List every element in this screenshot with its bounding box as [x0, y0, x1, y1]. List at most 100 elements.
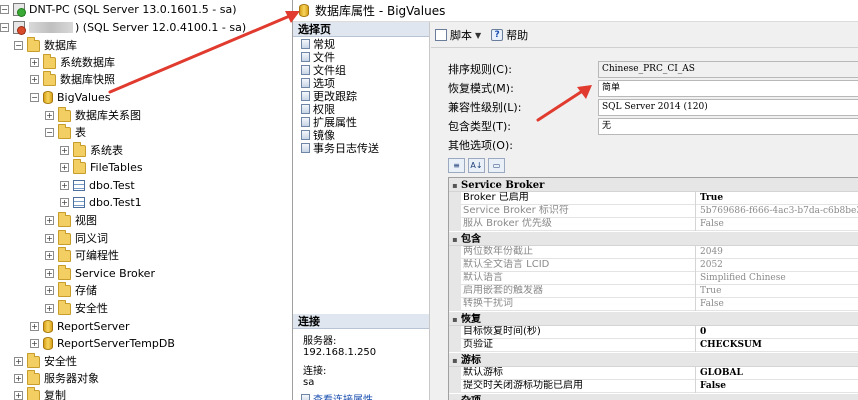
expand-icon[interactable]: +: [45, 215, 54, 225]
collapse-icon[interactable]: ▪: [449, 353, 461, 367]
property-value[interactable]: True: [695, 285, 858, 298]
tree-node-replication[interactable]: + 复制: [14, 386, 66, 400]
tree-node-programmability[interactable]: + 可编程性: [45, 246, 119, 264]
expand-icon[interactable]: +: [45, 233, 54, 243]
tree-node-server2[interactable]: − ) (SQL Server 12.0.4100.1 - sa): [0, 18, 246, 36]
expand-icon[interactable]: +: [60, 197, 69, 207]
property-value[interactable]: 0: [695, 326, 858, 339]
grid-row[interactable]: 默认游标 GLOBAL: [449, 367, 858, 380]
tree-node-snapshots[interactable]: + 数据库快照: [30, 70, 115, 88]
grid-row[interactable]: 默认语言 Simplified Chinese: [449, 272, 858, 285]
expand-icon[interactable]: +: [45, 303, 54, 313]
expand-icon[interactable]: +: [30, 321, 39, 331]
property-value[interactable]: True: [695, 192, 858, 205]
tree-node-views[interactable]: + 视图: [45, 211, 97, 229]
tree-label: ReportServer: [57, 319, 130, 333]
page-log-shipping[interactable]: 事务日志传送: [293, 141, 429, 155]
expand-icon[interactable]: +: [60, 145, 69, 155]
grid-row[interactable]: 默认全文语言 LCID 2052: [449, 259, 858, 272]
tree-node-service-broker[interactable]: + Service Broker: [45, 264, 155, 282]
expand-icon[interactable]: +: [45, 110, 54, 120]
grid-row[interactable]: 启用嵌套的触发器 True: [449, 285, 858, 298]
grid-category-service-broker[interactable]: ▪ Service Broker: [449, 178, 858, 192]
redacted-server-name: [29, 21, 73, 33]
collapse-icon[interactable]: −: [30, 92, 39, 102]
collation-field[interactable]: Chinese_PRC_CI_AS: [598, 61, 858, 78]
tree-node-reportserver[interactable]: + ReportServer: [30, 317, 130, 335]
tree-node-dbo-test1[interactable]: + dbo.Test1: [60, 193, 142, 211]
chevron-down-icon[interactable]: ▼: [475, 31, 481, 40]
recovery-model-select[interactable]: 简单: [598, 80, 858, 97]
script-button[interactable]: 脚本 ▼: [435, 27, 481, 43]
collapse-icon[interactable]: −: [14, 40, 23, 50]
property-value[interactable]: 2052: [695, 259, 858, 272]
grid-row[interactable]: Service Broker 标识符 5b769686-f666-4ac3-b7d…: [449, 205, 858, 218]
collapse-icon[interactable]: ▪: [449, 312, 461, 326]
dialog-title: 数据库属性 - BigValues: [315, 4, 446, 18]
tree-node-reportservertempdb[interactable]: + ReportServerTempDB: [30, 334, 175, 352]
collapse-icon[interactable]: −: [45, 127, 54, 137]
grid-row[interactable]: 目标恢复时间(秒) 0: [449, 326, 858, 339]
help-button[interactable]: ? 帮助: [491, 27, 528, 43]
grid-row[interactable]: 页验证 CHECKSUM: [449, 339, 858, 352]
script-icon: [435, 29, 447, 41]
tree-node-server-objects[interactable]: + 服务器对象: [14, 369, 99, 387]
script-label: 脚本: [450, 29, 472, 42]
grid-row[interactable]: 服从 Broker 优先级 False: [449, 218, 858, 231]
expand-icon[interactable]: +: [30, 74, 39, 84]
tree-node-filetables[interactable]: + FileTables: [60, 158, 143, 176]
property-value[interactable]: 5b769686-f666-4ac3-b7da-c6b8be37d: [695, 205, 858, 218]
expand-icon[interactable]: +: [14, 390, 23, 400]
view-connection-properties-link[interactable]: 查看连接属性: [301, 391, 373, 400]
collapse-icon[interactable]: −: [0, 4, 9, 14]
containment-type-select[interactable]: 无: [598, 118, 858, 135]
collapse-icon[interactable]: ▪: [449, 232, 461, 246]
grid-category-containment[interactable]: ▪ 包含: [449, 232, 858, 246]
compatibility-level-select[interactable]: SQL Server 2014 (120): [598, 99, 858, 116]
expand-icon[interactable]: +: [30, 338, 39, 348]
expand-icon[interactable]: +: [60, 162, 69, 172]
expand-icon[interactable]: +: [30, 57, 39, 67]
categorized-sort-icon[interactable]: ≡: [448, 158, 465, 173]
grid-row[interactable]: Broker 已启用 True: [449, 192, 858, 205]
page-icon: [301, 116, 310, 127]
tree-node-system-tables[interactable]: + 系统表: [60, 141, 123, 159]
alphabetical-sort-icon[interactable]: A↓: [468, 158, 485, 173]
expand-icon[interactable]: +: [14, 373, 23, 383]
property-value[interactable]: False: [695, 380, 858, 393]
tree-node-diagrams[interactable]: + 数据库关系图: [45, 106, 141, 124]
database-icon: [43, 319, 53, 333]
grid-row[interactable]: 提交时关闭游标功能已启用 False: [449, 380, 858, 393]
expand-icon[interactable]: +: [14, 356, 23, 366]
property-value[interactable]: Simplified Chinese: [695, 272, 858, 285]
tree-node-bigvalues[interactable]: − BigValues: [30, 88, 111, 106]
expand-icon[interactable]: +: [45, 268, 54, 278]
grid-row[interactable]: 转换干扰词 False: [449, 298, 858, 311]
grid-category-misc[interactable]: ▪杂项: [449, 394, 858, 400]
expand-icon[interactable]: +: [45, 250, 54, 260]
property-value[interactable]: GLOBAL: [695, 367, 858, 380]
expand-icon[interactable]: +: [45, 285, 54, 295]
tree-node-storage[interactable]: + 存储: [45, 281, 97, 299]
collapse-icon[interactable]: −: [0, 22, 9, 32]
collapse-icon[interactable]: ▪: [449, 394, 461, 400]
property-value[interactable]: CHECKSUM: [695, 339, 858, 352]
grid-category-cursor[interactable]: ▪ 游标: [449, 353, 858, 367]
property-pages-icon[interactable]: ▭: [488, 158, 505, 173]
tree-node-synonyms[interactable]: + 同义词: [45, 229, 108, 247]
tree-node-dbo-test[interactable]: + dbo.Test: [60, 176, 135, 194]
tree-node-db-security[interactable]: + 安全性: [45, 299, 108, 317]
property-value[interactable]: 2049: [695, 246, 858, 259]
property-value[interactable]: False: [695, 218, 858, 231]
tree-node-databases[interactable]: − 数据库: [14, 36, 77, 54]
tree-node-server1[interactable]: − DNT-PC (SQL Server 13.0.1601.5 - sa): [0, 0, 237, 18]
grid-row[interactable]: 两位数年份截止 2049: [449, 246, 858, 259]
tree-node-system-dbs[interactable]: + 系统数据库: [30, 53, 115, 71]
grid-category-recovery[interactable]: ▪ 恢复: [449, 312, 858, 326]
property-value[interactable]: False: [695, 298, 858, 311]
tree-node-security[interactable]: + 安全性: [14, 352, 77, 370]
collapse-icon[interactable]: ▪: [449, 178, 461, 192]
tree-node-tables[interactable]: − 表: [45, 123, 86, 141]
expand-icon[interactable]: +: [60, 180, 69, 190]
folder-icon: [73, 159, 86, 174]
